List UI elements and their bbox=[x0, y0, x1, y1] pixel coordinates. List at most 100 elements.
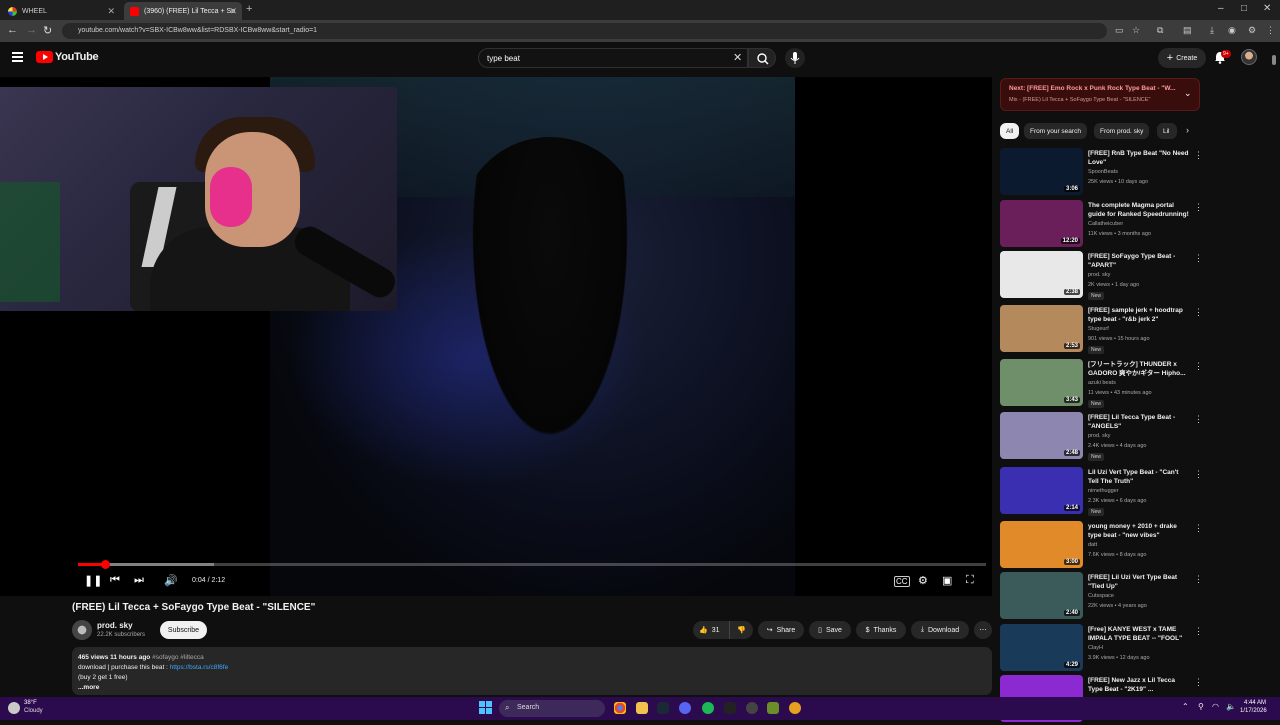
progress-bar[interactable] bbox=[78, 560, 986, 569]
rec-title[interactable]: Lil Uzi Vert Type Beat - "Can't Tell The… bbox=[1088, 468, 1190, 486]
rec-channel[interactable]: ClayH bbox=[1088, 645, 1103, 651]
channel-avatar[interactable] bbox=[72, 620, 92, 640]
url-field[interactable]: youtube.com/watch?v=SBX-ICBw8ww&list=RDS… bbox=[62, 23, 1107, 39]
search-button[interactable] bbox=[748, 48, 776, 68]
chip-lil[interactable]: Lil bbox=[1157, 123, 1177, 139]
taskbar-search[interactable]: ⌕ Search bbox=[499, 700, 605, 717]
cast-icon[interactable]: ▭ bbox=[1115, 25, 1124, 36]
more-vert-icon[interactable]: ⋮ bbox=[1194, 307, 1203, 318]
up-next-card[interactable]: Next: [FREE] Emo Rock x Punk Rock Type B… bbox=[1000, 78, 1200, 111]
recommendation-item[interactable]: 2:53 [FREE] sample jerk + hoodtrap type b… bbox=[1000, 305, 1205, 355]
cloud-weather-icon[interactable] bbox=[8, 702, 20, 714]
more-vert-icon[interactable]: ⋮ bbox=[1194, 677, 1203, 688]
clock-date[interactable]: 1/17/2026 bbox=[1240, 708, 1267, 714]
page-scrollbar[interactable] bbox=[1272, 55, 1277, 695]
clear-search-icon[interactable]: ✕ bbox=[733, 51, 742, 64]
pause-icon[interactable]: ❚❚ bbox=[84, 574, 102, 587]
app-icon[interactable] bbox=[789, 702, 801, 714]
recommendation-item[interactable]: 12:20 The complete Magma portal guide for… bbox=[1000, 200, 1205, 250]
chrome-icon[interactable] bbox=[614, 702, 626, 714]
next-icon[interactable]: ⏭ bbox=[134, 574, 144, 587]
rec-title[interactable]: The complete Magma portal guide for Rank… bbox=[1088, 201, 1190, 219]
video-thumbnail[interactable]: 4:29 bbox=[1000, 624, 1083, 671]
hamburger-menu-icon[interactable] bbox=[12, 52, 23, 62]
rec-title[interactable]: [FREE] New Jazz x Lil Tecca Type Beat - … bbox=[1088, 676, 1190, 694]
close-window-icon[interactable]: ✕ bbox=[1263, 3, 1271, 14]
volume-tray-icon[interactable]: 🔈 bbox=[1226, 702, 1236, 711]
thanks-button[interactable]: $ Thanks bbox=[856, 621, 906, 639]
settings-icon[interactable]: ⚙ bbox=[1248, 25, 1256, 36]
more-vert-icon[interactable]: ⋮ bbox=[1194, 469, 1203, 480]
hashtags[interactable]: #sofaygo #liltecca bbox=[152, 654, 204, 661]
show-more-link[interactable]: ...more bbox=[78, 683, 986, 693]
recommendation-item[interactable]: 3:00 young money + 2010 + drake type beat… bbox=[1000, 521, 1205, 571]
voice-search-button[interactable] bbox=[785, 48, 805, 68]
file-explorer-icon[interactable] bbox=[636, 702, 648, 714]
more-actions-button[interactable]: ⋯ bbox=[974, 621, 992, 639]
clock-time[interactable]: 4:44 AM bbox=[1244, 700, 1266, 706]
minimize-icon[interactable]: – bbox=[1218, 3, 1224, 14]
profile-icon[interactable]: ◉ bbox=[1228, 25, 1236, 36]
account-avatar[interactable] bbox=[1241, 49, 1257, 65]
steam-icon[interactable] bbox=[657, 702, 669, 714]
new-tab-icon[interactable]: + bbox=[246, 3, 252, 15]
recommendation-item[interactable]: 3:43 [フリートラック] THUNDER x GADORO 爽やか/ギター H… bbox=[1000, 359, 1205, 409]
youtube-logo[interactable]: YouTube bbox=[36, 51, 99, 63]
rec-channel[interactable]: nimethugger bbox=[1088, 488, 1119, 494]
forward-icon[interactable]: → bbox=[26, 24, 37, 36]
settings-gear-icon[interactable]: ⚙ bbox=[918, 574, 928, 587]
video-thumbnail[interactable]: 3:00 bbox=[1000, 521, 1083, 568]
download-tray-icon[interactable]: ⤓ bbox=[1210, 25, 1214, 36]
share-button[interactable]: ↪ Share bbox=[758, 621, 804, 639]
purchase-link[interactable]: https://bsta.rs/c8f6fe bbox=[170, 664, 229, 671]
rec-title[interactable]: [FREE] RnB Type Beat "No Need Love" bbox=[1088, 149, 1190, 167]
video-thumbnail[interactable]: 2:38 bbox=[1000, 251, 1083, 298]
recommendation-item[interactable]: 2:48 [FREE] Lil Tecca Type Beat - "ANGELS… bbox=[1000, 412, 1205, 462]
download-button[interactable]: ⤓ Download bbox=[911, 621, 969, 639]
more-vert-icon[interactable]: ⋮ bbox=[1194, 523, 1203, 534]
start-windows-icon[interactable] bbox=[479, 701, 492, 714]
capcut-icon[interactable] bbox=[724, 702, 736, 714]
chevron-right-icon[interactable]: › bbox=[1186, 125, 1189, 135]
search-input[interactable]: type beat bbox=[478, 48, 748, 68]
more-vert-icon[interactable]: ⋮ bbox=[1194, 202, 1203, 213]
video-thumbnail[interactable]: 2:14 bbox=[1000, 467, 1083, 514]
rec-channel[interactable]: Cutsspace bbox=[1088, 593, 1114, 599]
sidebar-icon[interactable]: ▤ bbox=[1183, 25, 1192, 36]
wifi-icon[interactable]: ◠ bbox=[1212, 702, 1219, 711]
extensions-icon[interactable]: ⧉ bbox=[1157, 25, 1163, 36]
discord-icon[interactable] bbox=[679, 702, 691, 714]
chevron-down-icon[interactable]: ⌄ bbox=[1184, 88, 1192, 99]
recommendation-item[interactable]: 2:14 Lil Uzi Vert Type Beat - "Can't Tell… bbox=[1000, 467, 1205, 517]
rec-channel[interactable]: Stugeurf bbox=[1088, 326, 1109, 332]
rec-channel[interactable]: SpoonBeats bbox=[1088, 169, 1118, 175]
video-thumbnail[interactable]: 2:40 bbox=[1000, 572, 1083, 619]
bookmark-star-icon[interactable]: ☆ bbox=[1132, 25, 1140, 36]
chip-all[interactable]: All bbox=[1000, 123, 1020, 139]
obs-icon[interactable] bbox=[746, 702, 758, 714]
rec-channel[interactable]: azuki beats bbox=[1088, 380, 1116, 386]
rec-title[interactable]: [FREE] Lil Uzi Vert Type Beat "Tied Up" bbox=[1088, 573, 1190, 591]
video-thumbnail[interactable]: 2:53 bbox=[1000, 305, 1083, 352]
video-player[interactable]: ❚❚ ⏮ ⏭ 🔊 0:04 / 2:12 CC ⚙ ▣ ⛶ bbox=[0, 77, 992, 596]
more-vert-icon[interactable]: ⋮ bbox=[1194, 150, 1203, 161]
rec-title[interactable]: [FREE] SoFaygo Type Beat - "APART" bbox=[1088, 252, 1190, 270]
channel-name[interactable]: prod. sky bbox=[97, 621, 133, 630]
recommendation-item[interactable]: 2:40 [FREE] Lil Uzi Vert Type Beat "Tied … bbox=[1000, 572, 1205, 622]
back-icon[interactable]: ← bbox=[7, 24, 18, 36]
video-thumbnail[interactable]: 2:48 bbox=[1000, 412, 1083, 459]
rec-title[interactable]: [FREE] Lil Tecca Type Beat - "ANGELS" bbox=[1088, 413, 1190, 431]
fullscreen-icon[interactable]: ⛶ bbox=[966, 574, 974, 587]
volume-icon[interactable]: 🔊 bbox=[164, 574, 178, 587]
chip-from-prod-sky[interactable]: From prod. sky bbox=[1094, 123, 1150, 139]
rec-channel[interactable]: prod. sky bbox=[1088, 272, 1110, 278]
description-box[interactable]: 465 views 11 hours ago #sofaygo #liltecc… bbox=[72, 647, 992, 695]
rec-channel[interactable]: prod. sky bbox=[1088, 433, 1110, 439]
chevron-up-icon[interactable]: ⌃ bbox=[1182, 702, 1189, 711]
captions-icon[interactable]: CC bbox=[894, 576, 910, 587]
browser-menu-icon[interactable]: ⋮ bbox=[1266, 25, 1275, 36]
miniplayer-icon[interactable]: ▣ bbox=[942, 574, 952, 587]
recommendation-item[interactable]: 4:29 [Free] KANYE WEST x TAME IMPALA TYPE… bbox=[1000, 624, 1205, 674]
subscribe-button[interactable]: Subscribe bbox=[160, 621, 207, 639]
close-tab-icon[interactable]: ✕ bbox=[229, 6, 237, 17]
